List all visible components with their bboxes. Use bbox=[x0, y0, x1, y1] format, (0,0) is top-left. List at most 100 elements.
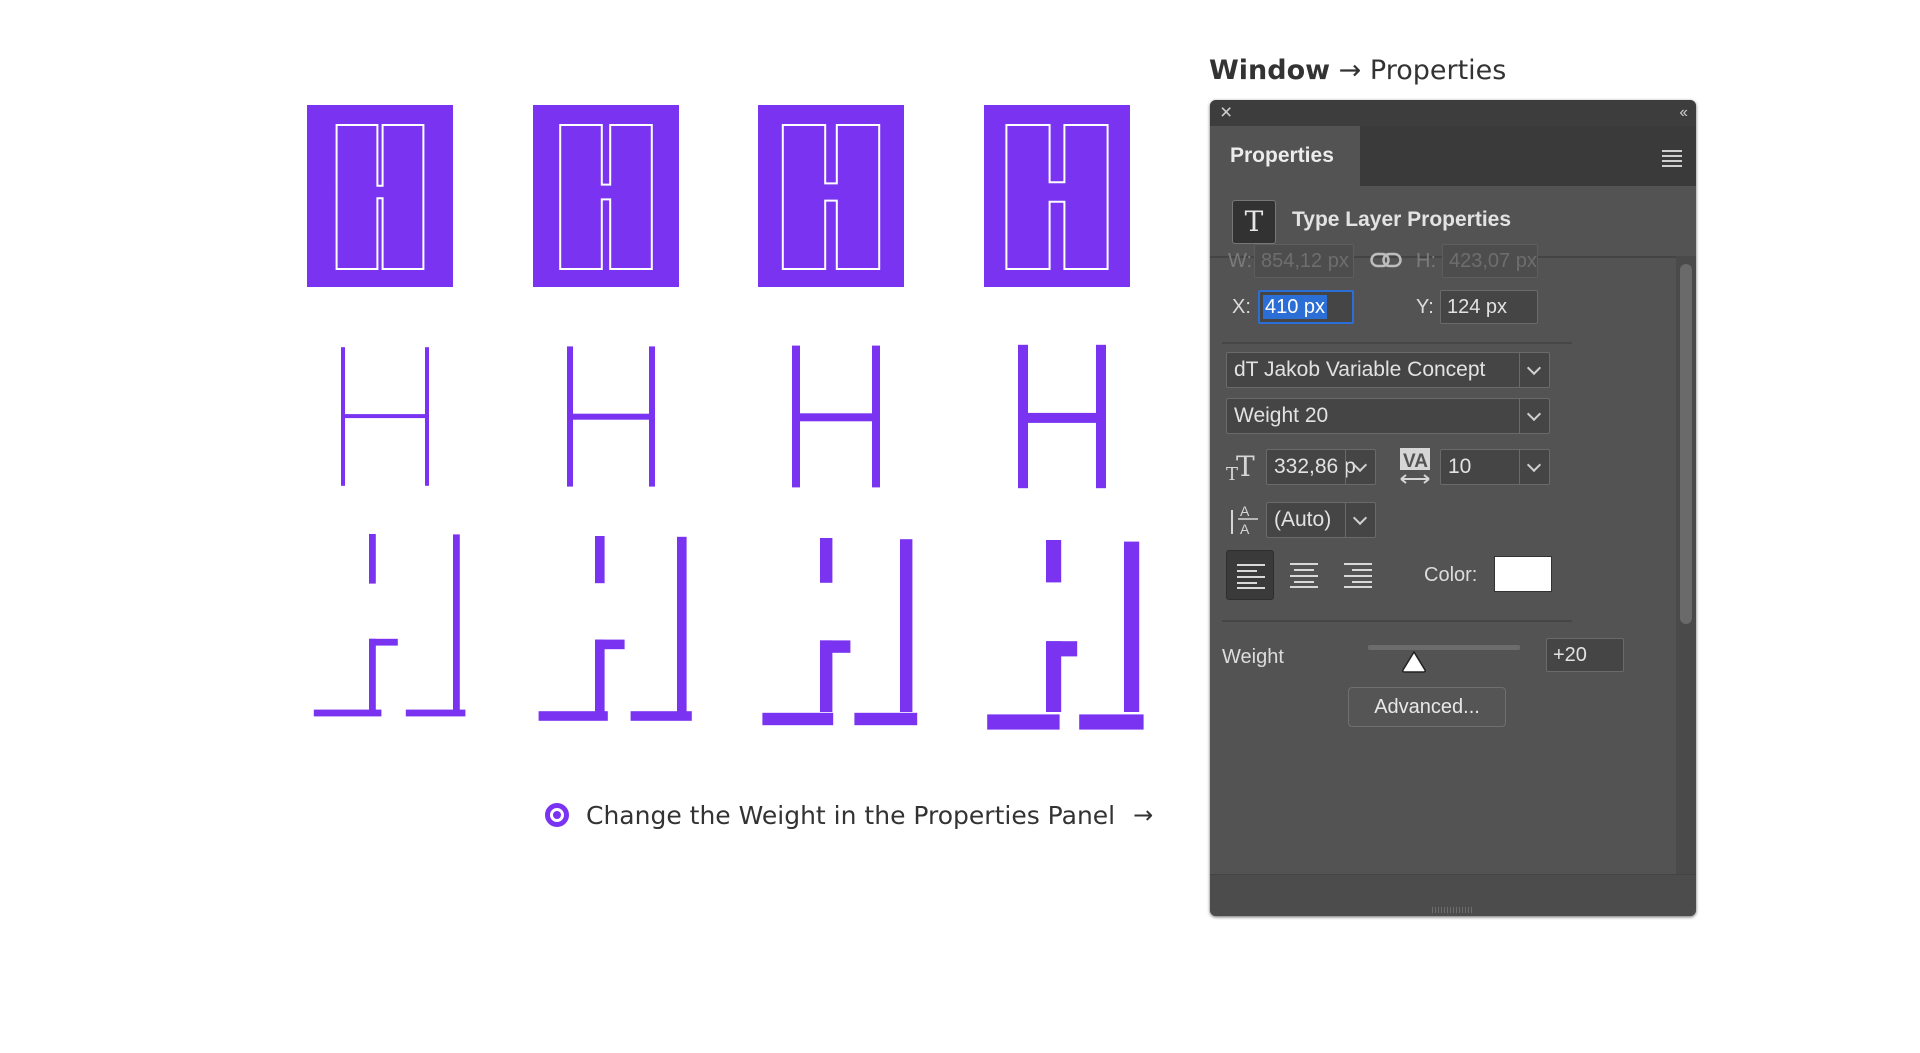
caption-arrow: → bbox=[1338, 55, 1362, 86]
outline-h-glyph bbox=[984, 105, 1130, 287]
fragment-base-right bbox=[854, 712, 918, 726]
type-layer-icon: T bbox=[1232, 200, 1276, 244]
glyph-block bbox=[758, 105, 904, 287]
fragment-right-bar bbox=[677, 536, 687, 712]
advanced-button[interactable]: Advanced... bbox=[1348, 687, 1506, 727]
weight-value-field[interactable]: +20 bbox=[1546, 638, 1624, 672]
svg-text:VA: VA bbox=[1403, 451, 1428, 472]
align-left-icon bbox=[1237, 564, 1265, 589]
fragment-right-bar bbox=[453, 534, 460, 712]
fragment-step-top bbox=[820, 640, 851, 653]
tracking-field[interactable]: 10 bbox=[1440, 449, 1550, 485]
font-size-icon: T T bbox=[1226, 452, 1255, 482]
fragment-tick bbox=[369, 534, 376, 584]
leading-field[interactable]: (Auto) bbox=[1266, 502, 1376, 538]
glyph-crossbar bbox=[567, 413, 655, 420]
arrow-right-icon: → bbox=[1133, 801, 1154, 829]
stroke-h-glyph bbox=[792, 345, 880, 488]
fragment-tick bbox=[595, 536, 605, 584]
bullet-icon bbox=[545, 803, 569, 827]
glyph-crossbar bbox=[792, 413, 880, 422]
weight-slider-track[interactable] bbox=[1368, 645, 1520, 650]
leading-icon: A A bbox=[1231, 503, 1258, 536]
outline-h-glyph bbox=[307, 105, 453, 287]
fragment-step-top bbox=[369, 638, 398, 646]
fragment-base-right bbox=[630, 711, 692, 721]
panel-tab-row: Properties bbox=[1210, 126, 1696, 186]
chevron-down-icon bbox=[1345, 450, 1375, 484]
fragment-base-left bbox=[987, 714, 1060, 730]
outline-h-glyph bbox=[758, 105, 904, 287]
glyph-crossbar bbox=[341, 414, 429, 419]
fragment-step-stem bbox=[369, 638, 376, 712]
tracking-icon: VA bbox=[1400, 448, 1430, 484]
color-label: Color: bbox=[1424, 564, 1478, 586]
align-center-button[interactable] bbox=[1280, 550, 1328, 600]
panel-menu-icon[interactable] bbox=[1662, 150, 1682, 170]
fragment-tick bbox=[820, 538, 833, 583]
fragment-glyph bbox=[538, 536, 692, 721]
align-right-icon bbox=[1344, 563, 1372, 588]
svg-text:A: A bbox=[1240, 521, 1250, 536]
fragment-right-bar bbox=[1124, 541, 1140, 712]
align-center-icon bbox=[1290, 563, 1318, 588]
link-icon[interactable] bbox=[1370, 250, 1402, 270]
fragment-base-right bbox=[1079, 714, 1144, 730]
tracking-value: 10 bbox=[1448, 455, 1472, 478]
weight-samples-illustration bbox=[307, 105, 1144, 730]
panel-footer bbox=[1210, 874, 1696, 916]
glyph-block bbox=[307, 105, 453, 287]
x-label: X: bbox=[1232, 296, 1251, 318]
fragment-glyph bbox=[762, 538, 918, 726]
weight-label: Weight bbox=[1222, 646, 1284, 668]
fragment-base-right bbox=[405, 709, 466, 717]
tab-properties[interactable]: Properties bbox=[1210, 126, 1360, 186]
align-left-button[interactable] bbox=[1226, 550, 1274, 600]
x-value: 410 px bbox=[1263, 295, 1328, 319]
fragment-glyph bbox=[313, 534, 466, 717]
scrollbar-thumb[interactable] bbox=[1680, 264, 1692, 624]
fragment-base-left bbox=[762, 712, 834, 726]
fragment-step-stem bbox=[595, 639, 605, 712]
stroke-h-glyph bbox=[341, 347, 429, 486]
collapse-icon[interactable]: ‹‹ bbox=[1679, 100, 1688, 126]
align-right-button[interactable] bbox=[1334, 550, 1382, 600]
stroke-h-row bbox=[341, 344, 1106, 489]
divider bbox=[1222, 342, 1572, 344]
divider bbox=[1222, 620, 1572, 622]
chevron-down-icon bbox=[1519, 353, 1549, 387]
fragment-tick bbox=[1046, 540, 1062, 583]
caption-window: Window bbox=[1209, 55, 1331, 86]
font-size-value: 332,86 p bbox=[1274, 455, 1356, 478]
resize-grip-icon[interactable] bbox=[1432, 907, 1474, 913]
font-style-dropdown[interactable]: Weight 20 bbox=[1226, 398, 1550, 434]
svg-text:T: T bbox=[1236, 452, 1255, 482]
close-icon[interactable]: × bbox=[1220, 100, 1232, 126]
w-label: W: bbox=[1228, 250, 1253, 272]
chevron-down-icon bbox=[1519, 450, 1549, 484]
stroke-h-glyph bbox=[1018, 344, 1106, 489]
panel-titlebar: × ‹‹ bbox=[1210, 100, 1696, 126]
fragment-right-bar bbox=[900, 539, 913, 712]
height-field[interactable]: 423,07 px bbox=[1442, 244, 1538, 278]
layer-title: Type Layer Properties bbox=[1292, 208, 1512, 231]
font-size-field[interactable]: 332,86 p bbox=[1266, 449, 1376, 485]
outline-h-glyph bbox=[533, 105, 679, 287]
chevron-down-icon bbox=[1519, 399, 1549, 433]
y-field[interactable]: 124 px bbox=[1440, 290, 1538, 324]
instruction-hint: Change the Weight in the Properties Pane… bbox=[545, 798, 1153, 832]
font-family-dropdown[interactable]: dT Jakob Variable Concept bbox=[1226, 352, 1550, 388]
weight-slider-thumb[interactable] bbox=[1401, 650, 1427, 674]
menu-path-caption: Window → Properties bbox=[1209, 55, 1506, 86]
width-field[interactable]: 854,12 px bbox=[1254, 244, 1354, 278]
fragment-row bbox=[313, 534, 1144, 730]
color-swatch[interactable] bbox=[1494, 556, 1552, 592]
outline-h-row bbox=[307, 105, 1130, 287]
chevron-down-icon bbox=[1345, 503, 1375, 537]
font-family-value: dT Jakob Variable Concept bbox=[1234, 358, 1486, 381]
h-label: H: bbox=[1416, 250, 1436, 272]
fragment-step-top bbox=[595, 639, 625, 650]
x-field[interactable]: 410 px bbox=[1258, 290, 1354, 324]
panel-scrollbar[interactable] bbox=[1676, 256, 1696, 874]
fragment-base-left bbox=[538, 711, 608, 721]
